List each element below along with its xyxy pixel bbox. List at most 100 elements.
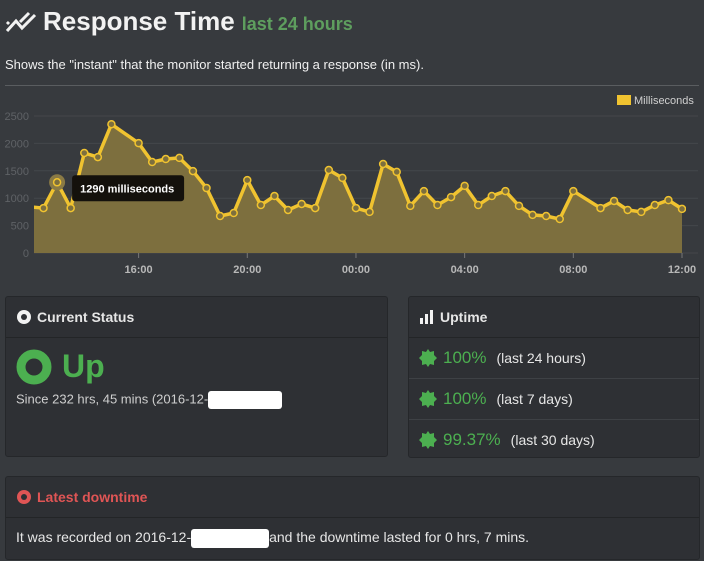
uptime-period: (last 7 days) <box>496 391 573 407</box>
data-point[interactable] <box>202 183 211 193</box>
panel-header: Latest downtime <box>6 477 699 518</box>
redacted-date <box>191 529 270 548</box>
panel-header: Uptime <box>409 297 699 338</box>
x-tick-label: 16:00 <box>125 264 153 276</box>
uptime-row: 99.37% (last 30 days) <box>409 420 699 460</box>
data-point[interactable] <box>541 211 551 221</box>
status-state: Up <box>62 348 105 384</box>
data-point[interactable] <box>66 203 75 213</box>
data-point[interactable] <box>677 204 686 214</box>
data-point[interactable] <box>392 167 401 177</box>
data-point[interactable] <box>609 196 619 206</box>
y-tick-label: 2000 <box>5 138 29 150</box>
data-point[interactable] <box>93 152 103 162</box>
data-point[interactable] <box>555 214 564 224</box>
downtime-text-a: It was recorded on 2016-12- <box>16 529 192 546</box>
badge-icon <box>419 349 437 367</box>
data-point[interactable] <box>487 191 497 201</box>
x-tick-label: 04:00 <box>451 264 479 276</box>
data-point[interactable] <box>175 153 184 163</box>
y-tick-label: 1500 <box>5 166 29 178</box>
latest-downtime-panel: Latest downtime It was recorded on 2016-… <box>5 476 700 560</box>
uptime-row: 100% (last 7 days) <box>409 379 699 420</box>
page-title: Response Time <box>43 6 235 36</box>
badge-icon <box>419 431 437 449</box>
y-tick-label: 500 <box>11 221 29 233</box>
uptime-percent: 100% <box>443 348 487 367</box>
data-point[interactable] <box>623 205 632 215</box>
data-point[interactable] <box>297 199 306 209</box>
since-text: Since 232 hrs, 45 mins (2016-12- <box>16 391 209 407</box>
data-point[interactable] <box>514 201 524 211</box>
data-point[interactable] <box>80 148 89 158</box>
panel-title: Uptime <box>440 309 488 325</box>
data-point[interactable] <box>283 205 293 215</box>
data-point[interactable] <box>569 186 578 196</box>
tooltip-text: 1290 milliseconds <box>80 183 174 195</box>
bar-chart-icon <box>420 310 433 324</box>
data-point[interactable] <box>365 207 374 217</box>
uptime-row: 100% (last 24 hours) <box>409 338 699 379</box>
uptime-period: (last 30 days) <box>510 432 595 448</box>
data-point[interactable] <box>324 165 334 175</box>
legend-label: Milliseconds <box>634 95 694 107</box>
uptime-percent: 100% <box>443 389 487 408</box>
data-point[interactable] <box>636 207 646 217</box>
uptime-panel: Uptime 100% (last 24 hours) 100% (last 7 da… <box>408 296 700 458</box>
data-point[interactable] <box>229 208 238 218</box>
panel-header: Current Status <box>6 297 387 338</box>
data-point[interactable] <box>501 186 510 196</box>
uptime-percent: 99.37% <box>443 430 501 449</box>
section-header: Response Time last 24 hours <box>5 6 353 37</box>
x-tick-label: 00:00 <box>342 264 370 276</box>
y-tick-label: 2500 <box>5 111 29 123</box>
redacted-date <box>208 391 283 409</box>
data-point[interactable] <box>596 203 605 213</box>
data-point[interactable] <box>310 203 320 213</box>
data-point[interactable] <box>188 166 198 176</box>
y-tick-label: 0 <box>23 248 29 260</box>
data-point[interactable] <box>107 119 116 129</box>
data-point[interactable] <box>134 138 143 148</box>
line-chart-icon <box>5 11 37 32</box>
data-point[interactable] <box>419 186 429 196</box>
downtime-text-b: and the downtime lasted for 0 hrs, 7 min… <box>269 529 530 546</box>
data-point[interactable] <box>433 200 442 210</box>
data-point[interactable] <box>270 191 279 201</box>
status-up-icon <box>16 349 52 384</box>
data-point[interactable] <box>256 200 266 210</box>
data-point[interactable] <box>406 201 415 211</box>
status-since: Since 232 hrs, 45 mins (2016-12- <box>6 385 387 409</box>
data-point[interactable] <box>446 192 456 202</box>
data-point[interactable] <box>39 203 48 213</box>
data-point[interactable] <box>460 181 469 191</box>
downtime-dot-icon <box>17 490 31 504</box>
legend-swatch <box>617 95 631 105</box>
divider <box>5 85 699 86</box>
data-point[interactable] <box>473 200 483 210</box>
downtime-text: It was recorded on 2016-12- and the downt… <box>6 518 699 548</box>
data-point[interactable] <box>52 178 62 187</box>
data-point[interactable] <box>147 157 157 167</box>
current-status-panel: Current Status Up Since 232 hrs, 45 mins… <box>5 296 388 457</box>
page-subtitle: last 24 hours <box>241 14 353 34</box>
data-point[interactable] <box>378 159 388 169</box>
data-point[interactable] <box>161 154 171 164</box>
y-tick-label: 1000 <box>5 193 29 205</box>
x-tick-label: 12:00 <box>668 264 696 276</box>
status-indicator: Up <box>6 338 387 385</box>
data-point[interactable] <box>215 211 225 221</box>
data-point[interactable] <box>664 195 673 205</box>
panel-title: Latest downtime <box>37 489 148 505</box>
data-point[interactable] <box>351 203 361 213</box>
chart-description: Shows the "instant" that the monitor sta… <box>5 57 424 72</box>
x-tick-label: 08:00 <box>559 264 587 276</box>
badge-icon <box>419 390 437 408</box>
uptime-period: (last 24 hours) <box>496 350 586 366</box>
data-point[interactable] <box>650 200 660 210</box>
data-point[interactable] <box>243 175 252 185</box>
data-point[interactable] <box>528 210 537 220</box>
status-dot-icon <box>17 310 31 324</box>
data-point[interactable] <box>338 173 347 183</box>
response-time-chart[interactable]: 0 500 1000 1500 2000 2500 16:00 20:00 00:00 04:00… <box>0 90 704 285</box>
